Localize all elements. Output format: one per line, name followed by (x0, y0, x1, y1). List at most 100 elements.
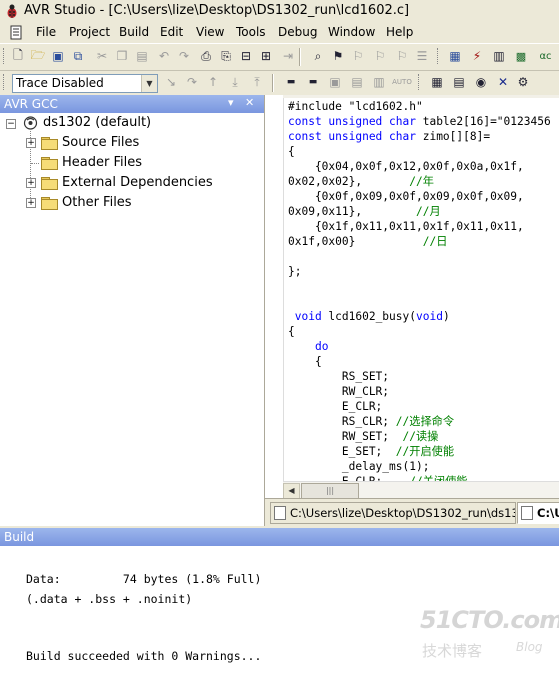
auto-step-icon[interactable]: ⤒ (248, 73, 266, 91)
save-all-icon[interactable]: ⧉ (69, 47, 87, 65)
close-icon[interactable]: ✕ (245, 96, 254, 109)
menu-file[interactable]: File (36, 25, 56, 39)
project-root-label[interactable]: ds1302 (default) (43, 115, 151, 130)
bookmark-prev-icon[interactable]: ⚐ (371, 47, 389, 65)
tree-item-header-files[interactable]: Header Files (62, 155, 142, 170)
tab-lcd1602-c[interactable]: C:\U (517, 502, 559, 524)
editor-gutter[interactable] (265, 95, 284, 498)
trace-select[interactable]: Trace Disabled ▼ (12, 74, 158, 93)
code-line[interactable]: }; (288, 264, 301, 279)
mixed-mode-icon[interactable]: ▬ (304, 73, 322, 91)
editor-horizontal-scrollbar[interactable]: ◀ ||| (283, 481, 559, 499)
bookmark-list-icon[interactable]: ☰ (413, 47, 431, 65)
code-line[interactable]: RW_CLR; (288, 384, 389, 399)
processor-icon[interactable]: ▣ (326, 73, 344, 91)
code-line[interactable]: 0x02,0x02}, //年 (288, 174, 434, 189)
menu-debug[interactable]: Debug (278, 25, 317, 39)
code-line[interactable]: do (288, 339, 328, 354)
code-line[interactable]: {0x0f,0x09,0x0f,0x09,0x0f,0x09, (288, 189, 524, 204)
paste-icon[interactable]: ▤ (133, 47, 151, 65)
avr-prog-icon[interactable]: ▦ (446, 47, 464, 65)
step-into-icon[interactable]: ↘ (162, 73, 180, 91)
code-line[interactable]: RW_SET; //读操 (288, 429, 439, 444)
step-over-icon[interactable]: ↷ (183, 73, 201, 91)
toolbar-grip[interactable] (3, 48, 7, 64)
open-folder-icon[interactable]: 🗁 (29, 47, 47, 65)
scroll-left-icon[interactable]: ◀ (283, 483, 300, 499)
toolbar-grip[interactable] (3, 74, 7, 90)
code-line[interactable]: #include "lcd1602.h" (288, 99, 423, 114)
bookmark-next-icon[interactable]: ⚐ (349, 47, 367, 65)
code-line[interactable]: {0x1f,0x11,0x11,0x1f,0x11,0x11, (288, 219, 524, 234)
menu-help[interactable]: Help (386, 25, 413, 39)
toolbar-grip[interactable] (437, 48, 441, 64)
code-editor[interactable]: #include "lcd1602.h" const unsigned char … (265, 95, 559, 498)
find-binoculars-icon[interactable]: ⌕ (309, 47, 327, 65)
bookmark-toggle-icon[interactable]: ⚑ (329, 47, 347, 65)
redo-icon[interactable]: ↷ (175, 47, 193, 65)
indent-icon[interactable]: ⇥ (279, 47, 297, 65)
tree-item-source-files[interactable]: Source Files (62, 135, 139, 150)
code-line[interactable]: 0x1f,0x00} //日 (288, 234, 447, 249)
tree-expander-root[interactable]: − (6, 119, 16, 129)
auto-button[interactable]: AUTO (392, 73, 412, 91)
clear-breakpoints-icon[interactable]: ✕ (494, 73, 512, 91)
print-icon[interactable]: ⎙ (197, 47, 215, 65)
code-line[interactable]: { (288, 144, 295, 159)
breakpoint-icon[interactable]: ◉ (472, 73, 490, 91)
folder-icon (41, 157, 58, 170)
undo-icon[interactable]: ↶ (155, 47, 173, 65)
copy-icon[interactable]: ❐ (113, 47, 131, 65)
panel-menu-icon[interactable]: ▾ (228, 96, 234, 109)
step-out-icon[interactable]: ↑ (204, 73, 222, 91)
code-line[interactable]: {0x04,0x0f,0x12,0x0f,0x0a,0x1f, (288, 159, 524, 174)
new-file-icon[interactable]: 🗋 (9, 47, 27, 65)
document-icon[interactable] (10, 25, 23, 40)
tree-item-other-files[interactable]: Other Files (62, 195, 132, 210)
settings-gear-icon[interactable]: ⚙ (514, 73, 532, 91)
stk-icon[interactable]: ▥ (490, 47, 508, 65)
code-text: {0x0f,0x09,0x0f,0x09,0x0f,0x09, (288, 190, 524, 203)
code-line[interactable]: RS_CLR; //选择命令 (288, 414, 454, 429)
menu-build[interactable]: Build (119, 25, 149, 39)
print-preview-icon[interactable]: ⎘ (217, 47, 235, 65)
code-line[interactable]: RS_SET; (288, 369, 389, 384)
tree-expander-source[interactable]: + (26, 138, 36, 148)
tree-item-external-dependencies[interactable]: External Dependencies (62, 175, 213, 190)
code-line[interactable]: E_SET; //开启使能 (288, 444, 454, 459)
toolbar-grip[interactable] (418, 74, 422, 90)
menu-project[interactable]: Project (69, 25, 110, 39)
tree-expander-external[interactable]: + (26, 178, 36, 188)
window-icon[interactable]: ⊟ (237, 47, 255, 65)
register-icon[interactable]: ▤ (450, 73, 468, 91)
tree-expander-other[interactable]: + (26, 198, 36, 208)
watermark-tagline: 技术博客 (422, 642, 483, 660)
tab-ds1302-c[interactable]: C:\Users\lize\Desktop\DS1302_run\ds1302.… (270, 502, 516, 524)
menu-tools[interactable]: Tools (236, 25, 266, 39)
connect-icon[interactable]: ⚡ (468, 47, 486, 65)
menu-window[interactable]: Window (328, 25, 375, 39)
watch-icon[interactable]: ▦ (428, 73, 446, 91)
code-line[interactable]: void lcd1602_busy(void) (288, 309, 450, 324)
run-to-cursor-icon[interactable]: ⤓ (226, 73, 244, 91)
code-line[interactable]: _delay_ms(1); (288, 459, 430, 474)
menu-view[interactable]: View (196, 25, 224, 39)
memory-icon[interactable]: ▤ (348, 73, 366, 91)
code-line[interactable]: const unsigned char table2[16]="0123456 (288, 114, 551, 129)
code-line[interactable]: E_CLR; (288, 399, 382, 414)
ice-icon[interactable]: ▩ (512, 47, 530, 65)
code-line[interactable]: const unsigned char zimo[][8]= (288, 129, 490, 144)
code-line[interactable]: { (288, 324, 295, 339)
io-view-icon[interactable]: ▥ (370, 73, 388, 91)
bookmark-clear-icon[interactable]: ⚐ (393, 47, 411, 65)
scrollbar-thumb[interactable]: ||| (301, 483, 359, 499)
menu-edit[interactable]: Edit (160, 25, 183, 39)
cut-icon[interactable]: ✂ (93, 47, 111, 65)
save-icon[interactable]: ▣ (49, 47, 67, 65)
avr-gcc-icon[interactable]: αc (532, 47, 559, 65)
chevron-down-icon[interactable]: ▼ (141, 75, 157, 92)
disassembler-icon[interactable]: ▬ (282, 73, 300, 91)
tile-windows-icon[interactable]: ⊞ (257, 47, 275, 65)
code-line[interactable]: { (288, 354, 322, 369)
code-line[interactable]: 0x09,0x11}, //月 (288, 204, 441, 219)
